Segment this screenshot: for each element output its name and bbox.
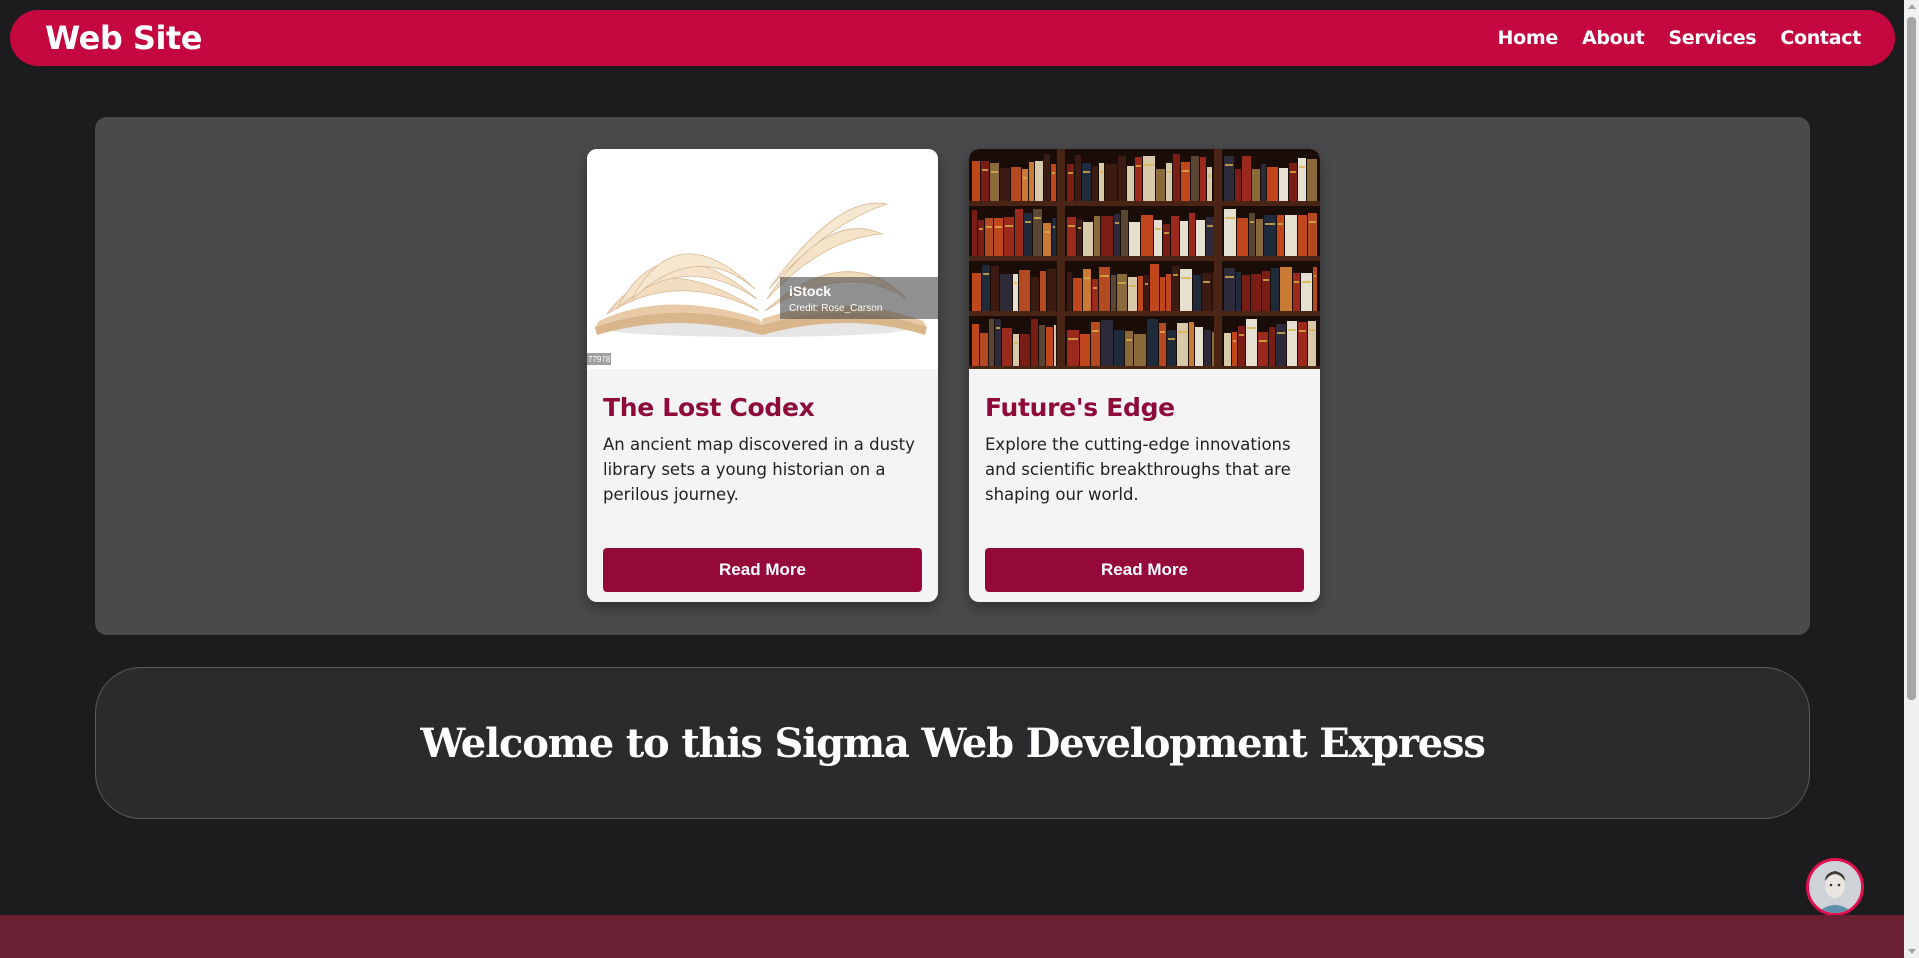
avatar-icon[interactable] xyxy=(1806,858,1864,916)
card-body: Future's Edge Explore the cutting-edge i… xyxy=(969,369,1320,592)
cards-section: iStock Credit: Rose_Carson 77978 The Los… xyxy=(95,117,1810,635)
nav-about-link[interactable]: About xyxy=(1582,27,1645,49)
navbar: Web Site Home About Services Contact xyxy=(10,10,1895,66)
site-brand[interactable]: Web Site xyxy=(45,19,202,57)
watermark-id: 77978 xyxy=(588,355,611,364)
welcome-banner: Welcome to this Sigma Web Development Ex… xyxy=(95,667,1810,819)
card-description: Explore the cutting-edge innovations and… xyxy=(985,435,1291,504)
card-description: An ancient map discovered in a dusty lib… xyxy=(603,435,915,504)
bookshelf-image xyxy=(969,149,1320,369)
card-title: Future's Edge xyxy=(985,393,1175,422)
vertical-scrollbar[interactable] xyxy=(1904,0,1919,958)
card-futures-edge: Future's Edge Explore the cutting-edge i… xyxy=(969,149,1320,602)
scroll-down-icon[interactable] xyxy=(1908,949,1916,954)
nav-home-link[interactable]: Home xyxy=(1497,27,1558,49)
welcome-title: Welcome to this Sigma Web Development Ex… xyxy=(420,719,1486,767)
open-book-image: iStock Credit: Rose_Carson 77978 xyxy=(587,149,938,369)
footer xyxy=(0,915,1904,958)
watermark-brand: iStock xyxy=(789,283,831,299)
nav-services-link[interactable]: Services xyxy=(1668,27,1756,49)
card-title: The Lost Codex xyxy=(603,393,815,422)
watermark-credit: Credit: Rose_Carson xyxy=(789,303,882,314)
nav-links: Home About Services Contact xyxy=(1497,27,1861,49)
read-more-button[interactable]: Read More xyxy=(603,548,922,592)
nav-contact-link[interactable]: Contact xyxy=(1780,27,1861,49)
card-body: The Lost Codex An ancient map discovered… xyxy=(587,369,938,592)
read-more-button[interactable]: Read More xyxy=(985,548,1304,592)
scroll-up-icon[interactable] xyxy=(1908,4,1916,9)
scroll-thumb[interactable] xyxy=(1907,17,1916,700)
card-lost-codex: iStock Credit: Rose_Carson 77978 The Los… xyxy=(587,149,938,602)
